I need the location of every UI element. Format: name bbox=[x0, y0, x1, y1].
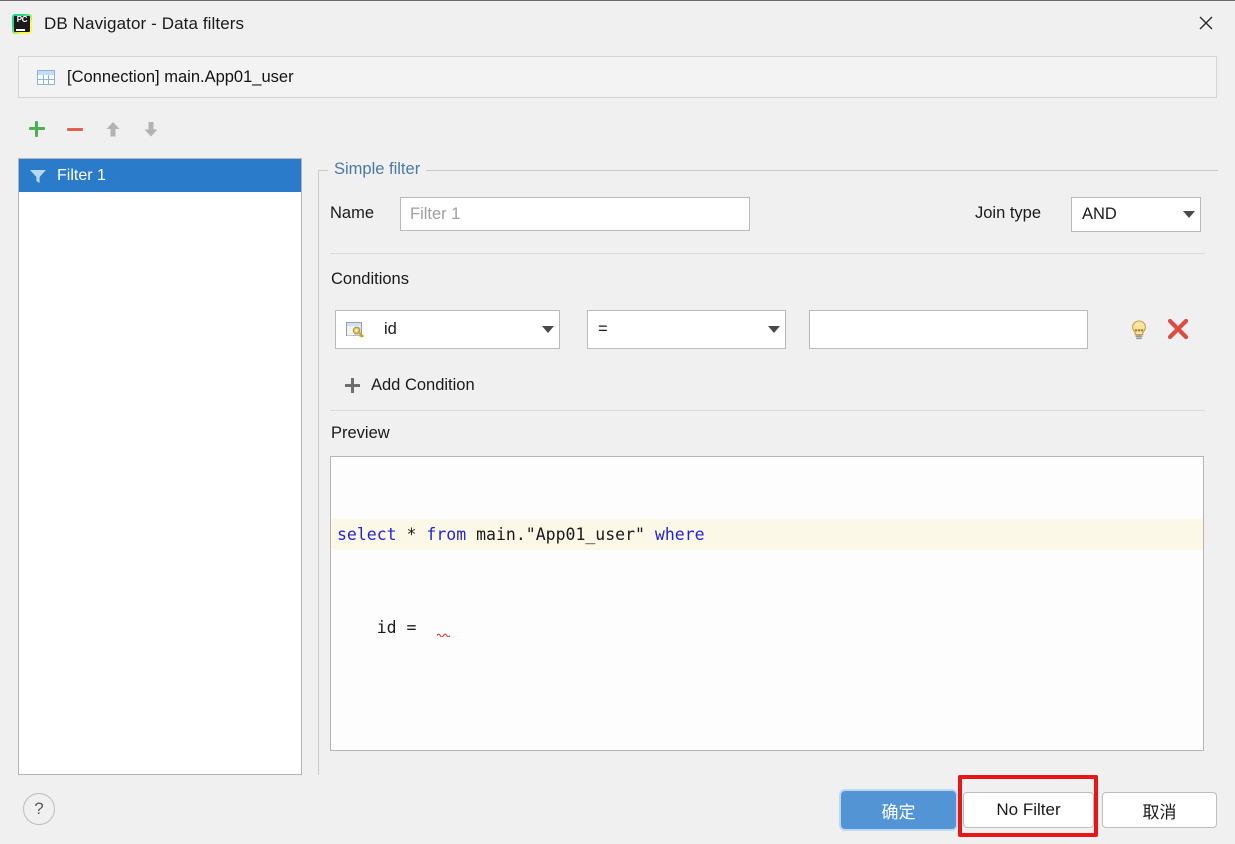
sql-keyword: where bbox=[654, 525, 705, 544]
list-item[interactable]: Filter 1 bbox=[19, 159, 301, 192]
help-button[interactable]: ? bbox=[23, 793, 55, 825]
move-filter-up-button[interactable] bbox=[94, 112, 132, 146]
error-squiggle-icon bbox=[437, 633, 450, 637]
simple-filter-group-title: Simple filter bbox=[328, 160, 427, 179]
sql-text: id = bbox=[337, 618, 417, 637]
divider bbox=[330, 410, 1205, 411]
condition-row: id = bbox=[335, 310, 1195, 350]
arrow-down-icon bbox=[144, 122, 158, 137]
filter-list[interactable]: Filter 1 bbox=[18, 158, 302, 775]
sql-line-2: id = bbox=[331, 612, 1203, 643]
no-filter-button[interactable]: No Filter bbox=[963, 792, 1094, 828]
plus-icon bbox=[28, 120, 46, 138]
remove-filter-button[interactable] bbox=[56, 112, 94, 146]
name-label: Name bbox=[330, 204, 375, 222]
preview-label: Preview bbox=[331, 424, 390, 442]
filter-name-input[interactable] bbox=[400, 197, 750, 231]
lightbulb-icon[interactable] bbox=[1127, 318, 1151, 342]
table-key-icon bbox=[346, 321, 364, 337]
sql-keyword: select bbox=[337, 525, 397, 544]
ok-button[interactable]: 确定 bbox=[841, 791, 956, 829]
close-icon[interactable] bbox=[1177, 1, 1235, 45]
connection-bar: [Connection] main.App01_user bbox=[18, 56, 1217, 98]
connection-label: [Connection] main.App01_user bbox=[67, 67, 294, 86]
pycharm-icon-text: PC bbox=[16, 14, 28, 24]
add-filter-button[interactable] bbox=[18, 112, 56, 146]
condition-operator-select[interactable]: = bbox=[587, 310, 786, 349]
move-filter-down-button[interactable] bbox=[132, 112, 170, 146]
sql-text: main."App01_user" bbox=[466, 525, 655, 544]
remove-condition-icon[interactable] bbox=[1165, 316, 1191, 342]
arrow-up-icon bbox=[106, 122, 120, 137]
divider bbox=[330, 253, 1205, 254]
funnel-icon bbox=[30, 169, 46, 183]
minus-icon bbox=[66, 120, 84, 138]
list-item-label: Filter 1 bbox=[57, 166, 106, 184]
window-title: DB Navigator - Data filters bbox=[44, 13, 245, 33]
title-bar: PC DB Navigator - Data filters bbox=[0, 0, 1235, 47]
pycharm-icon: PC bbox=[12, 13, 32, 34]
sql-text: * bbox=[396, 525, 427, 544]
join-type-value: AND bbox=[1082, 205, 1117, 223]
sql-line-1: select * from main."App01_user" where bbox=[331, 519, 1203, 550]
join-type-label: Join type bbox=[975, 204, 1042, 222]
condition-column-value: id bbox=[384, 320, 397, 338]
sql-preview-text: select * from main."App01_user" where id… bbox=[331, 457, 1203, 705]
condition-operator-value: = bbox=[598, 320, 608, 338]
table-icon bbox=[37, 69, 55, 85]
conditions-label: Conditions bbox=[331, 270, 409, 288]
add-condition-button[interactable]: Add Condition bbox=[345, 372, 475, 398]
plus-icon bbox=[345, 377, 360, 393]
sql-preview-box: select * from main."App01_user" where id… bbox=[330, 456, 1204, 751]
add-condition-label: Add Condition bbox=[371, 375, 475, 394]
chevron-down-icon bbox=[1178, 211, 1200, 218]
condition-column-select[interactable]: id bbox=[335, 310, 560, 349]
chevron-down-icon bbox=[537, 326, 559, 333]
chevron-down-icon bbox=[763, 326, 785, 333]
filter-toolbar bbox=[18, 110, 418, 148]
window-top-edge bbox=[0, 0, 1235, 1]
condition-value-input[interactable] bbox=[809, 310, 1088, 349]
join-type-select[interactable]: AND bbox=[1071, 197, 1201, 232]
sql-keyword: from bbox=[426, 525, 467, 544]
cancel-button[interactable]: 取消 bbox=[1102, 792, 1217, 828]
